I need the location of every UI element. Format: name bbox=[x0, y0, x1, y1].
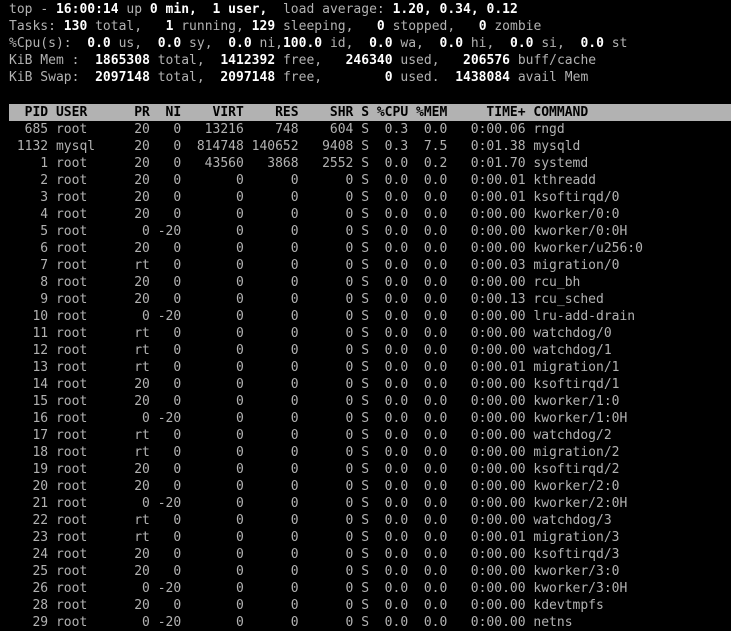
table-row[interactable]: 20 root 20 0 0 0 0 S 0.0 0.0 0:00.00 kwo… bbox=[9, 478, 731, 495]
tasks-stopped-label: stopped, bbox=[392, 19, 456, 34]
cpu-st-value: 0.0 bbox=[580, 36, 604, 51]
terminal-window[interactable]: top - 16:00:14 up 0 min, 1 user, load av… bbox=[0, 0, 731, 630]
table-row[interactable]: 3 root 20 0 0 0 0 S 0.0 0.0 0:00.01 ksof… bbox=[9, 189, 731, 206]
table-row[interactable]: 12 root rt 0 0 0 0 S 0.0 0.0 0:00.00 wat… bbox=[9, 342, 731, 359]
table-row[interactable]: 15 root 20 0 0 0 0 S 0.0 0.0 0:00.00 kwo… bbox=[9, 393, 731, 410]
process-table-body[interactable]: 685 root 20 0 13216 748 604 S 0.3 0.0 0:… bbox=[9, 121, 731, 631]
tasks-zombie-value: 0 bbox=[478, 19, 487, 34]
table-row[interactable]: 11 root rt 0 0 0 0 S 0.0 0.0 0:00.00 wat… bbox=[9, 325, 731, 342]
cpu-ni-value: 0.0 bbox=[228, 36, 252, 51]
table-row[interactable]: 25 root 20 0 0 0 0 S 0.0 0.0 0:00.00 kwo… bbox=[9, 563, 731, 580]
cpu-wa-label: wa, bbox=[400, 36, 424, 51]
mem-free-value: 1412392 bbox=[220, 53, 276, 68]
cpu-si-value: 0.0 bbox=[510, 36, 534, 51]
process-table[interactable]: PID USER PR NI VIRT RES SHR S %CPU %MEM … bbox=[0, 104, 731, 631]
mem-buffcache-label: buff/cache bbox=[517, 53, 597, 68]
cpu-st-label: st bbox=[611, 36, 628, 51]
cpu-label: %Cpu(s): bbox=[9, 36, 72, 51]
swap-avail-value: 1438084 bbox=[455, 70, 510, 85]
swap-free-label: free, bbox=[282, 70, 323, 85]
tasks-sleeping-value: 129 bbox=[251, 19, 276, 34]
swap-avail-label: avail Mem bbox=[517, 70, 589, 85]
swap-used-label: used. bbox=[400, 70, 440, 85]
uptime-value: 0 min, bbox=[149, 2, 197, 17]
cpu-sy-value: 0.0 bbox=[157, 36, 182, 51]
swap-total-label: total, bbox=[157, 70, 205, 85]
cpu-sy-label: sy, bbox=[189, 36, 213, 51]
blank-separator-line bbox=[0, 86, 731, 103]
tasks-sleeping-label: sleeping, bbox=[282, 19, 354, 34]
load-average-label: load average: bbox=[282, 2, 385, 17]
uptime-line: top - 16:00:14 up 0 min, 1 user, load av… bbox=[9, 1, 731, 18]
table-row[interactable]: 5 root 0 -20 0 0 0 S 0.0 0.0 0:00.00 kwo… bbox=[9, 223, 731, 240]
swap-line: KiB Swap: 2097148 total, 2097148 free, 0… bbox=[9, 69, 731, 86]
table-row[interactable]: 4 root 20 0 0 0 0 S 0.0 0.0 0:00.00 kwor… bbox=[9, 206, 731, 223]
uptime-clock: 16:00:14 bbox=[55, 2, 119, 17]
uptime-up-label: up bbox=[126, 2, 143, 17]
table-row[interactable]: 1132 mysql 20 0 814748 140652 9408 S 0.3… bbox=[9, 138, 731, 155]
swap-label: KiB Swap: bbox=[9, 70, 80, 85]
cpu-id-label: id, bbox=[329, 36, 354, 51]
table-row[interactable]: 21 root 0 -20 0 0 0 S 0.0 0.0 0:00.00 kw… bbox=[9, 495, 731, 512]
table-row[interactable]: 1 root 20 0 43560 3868 2552 S 0.0 0.2 0:… bbox=[9, 155, 731, 172]
table-row[interactable]: 17 root rt 0 0 0 0 S 0.0 0.0 0:00.00 wat… bbox=[9, 427, 731, 444]
table-row[interactable]: 7 root rt 0 0 0 0 S 0.0 0.0 0:00.03 migr… bbox=[9, 257, 731, 274]
table-row[interactable]: 28 root 20 0 0 0 0 S 0.0 0.0 0:00.00 kde… bbox=[9, 597, 731, 614]
mem-total-value: 1865308 bbox=[95, 53, 150, 68]
mem-total-label: total, bbox=[157, 53, 205, 68]
summary-area: top - 16:00:14 up 0 min, 1 user, load av… bbox=[0, 0, 731, 86]
table-row[interactable]: 6 root 20 0 0 0 0 S 0.0 0.0 0:00.00 kwor… bbox=[9, 240, 731, 257]
cpu-si-label: si, bbox=[541, 36, 565, 51]
tasks-stopped-value: 0 bbox=[376, 19, 385, 34]
tasks-total-label: total, bbox=[95, 19, 143, 34]
table-row[interactable]: 26 root 0 -20 0 0 0 S 0.0 0.0 0:00.00 kw… bbox=[9, 580, 731, 597]
table-row[interactable]: 16 root 0 -20 0 0 0 S 0.0 0.0 0:00.00 kw… bbox=[9, 410, 731, 427]
table-row[interactable]: 29 root 0 -20 0 0 0 S 0.0 0.0 0:00.00 ne… bbox=[9, 614, 731, 631]
swap-total-value: 2097148 bbox=[95, 70, 150, 85]
process-table-header[interactable]: PID USER PR NI VIRT RES SHR S %CPU %MEM … bbox=[9, 104, 731, 121]
table-row[interactable]: 685 root 20 0 13216 748 604 S 0.3 0.0 0:… bbox=[9, 121, 731, 138]
tasks-label: Tasks: bbox=[9, 19, 56, 34]
table-row[interactable]: 10 root 0 -20 0 0 0 S 0.0 0.0 0:00.00 lr… bbox=[9, 308, 731, 325]
mem-label: KiB Mem : bbox=[9, 53, 80, 68]
mem-line: KiB Mem : 1865308 total, 1412392 free, 2… bbox=[9, 52, 731, 69]
cpu-wa-value: 0.0 bbox=[369, 36, 393, 51]
mem-used-value: 246340 bbox=[345, 53, 393, 68]
cpu-us-label: us, bbox=[118, 36, 143, 51]
table-row[interactable]: 24 root 20 0 0 0 0 S 0.0 0.0 0:00.00 kso… bbox=[9, 546, 731, 563]
mem-buffcache-value: 206576 bbox=[463, 53, 510, 68]
tasks-line: Tasks: 130 total, 1 running, 129 sleepin… bbox=[9, 18, 731, 35]
tasks-total-value: 130 bbox=[63, 19, 88, 34]
cpu-ni-label: ni, bbox=[259, 36, 283, 51]
swap-used-value: 0 bbox=[384, 70, 393, 85]
cpu-hi-label: hi, bbox=[470, 36, 495, 51]
table-row[interactable]: 14 root 20 0 0 0 0 S 0.0 0.0 0:00.00 kso… bbox=[9, 376, 731, 393]
table-row[interactable]: 8 root 20 0 0 0 0 S 0.0 0.0 0:00.00 rcu_… bbox=[9, 274, 731, 291]
uptime-users: 1 user, bbox=[212, 2, 268, 17]
load-average-5min: 0.34, bbox=[439, 2, 479, 17]
table-row[interactable]: 22 root rt 0 0 0 0 S 0.0 0.0 0:00.00 wat… bbox=[9, 512, 731, 529]
load-average-1min: 1.20, bbox=[392, 2, 432, 17]
table-row[interactable]: 9 root 20 0 0 0 0 S 0.0 0.0 0:00.13 rcu_… bbox=[9, 291, 731, 308]
table-row[interactable]: 13 root rt 0 0 0 0 S 0.0 0.0 0:00.01 mig… bbox=[9, 359, 731, 376]
tasks-zombie-label: zombie bbox=[494, 19, 542, 34]
table-row[interactable]: 2 root 20 0 0 0 0 S 0.0 0.0 0:00.01 kthr… bbox=[9, 172, 731, 189]
swap-free-value: 2097148 bbox=[220, 70, 276, 85]
mem-used-label: used, bbox=[400, 53, 440, 68]
mem-free-label: free, bbox=[282, 53, 323, 68]
cpu-line: %Cpu(s): 0.0 us, 0.0 sy, 0.0 ni,100.0 id… bbox=[9, 35, 731, 52]
load-average-15min: 0.12 bbox=[486, 2, 518, 17]
uptime-program: top bbox=[9, 2, 33, 17]
cpu-id-value: 100.0 bbox=[282, 36, 323, 51]
uptime-separator: - bbox=[40, 2, 49, 17]
table-row[interactable]: 19 root 20 0 0 0 0 S 0.0 0.0 0:00.00 kso… bbox=[9, 461, 731, 478]
table-row[interactable]: 18 root rt 0 0 0 0 S 0.0 0.0 0:00.00 mig… bbox=[9, 444, 731, 461]
tasks-running-label: running, bbox=[181, 19, 244, 34]
cpu-hi-value: 0.0 bbox=[439, 36, 464, 51]
cpu-us-value: 0.0 bbox=[87, 36, 111, 51]
table-row[interactable]: 23 root rt 0 0 0 0 S 0.0 0.0 0:00.01 mig… bbox=[9, 529, 731, 546]
